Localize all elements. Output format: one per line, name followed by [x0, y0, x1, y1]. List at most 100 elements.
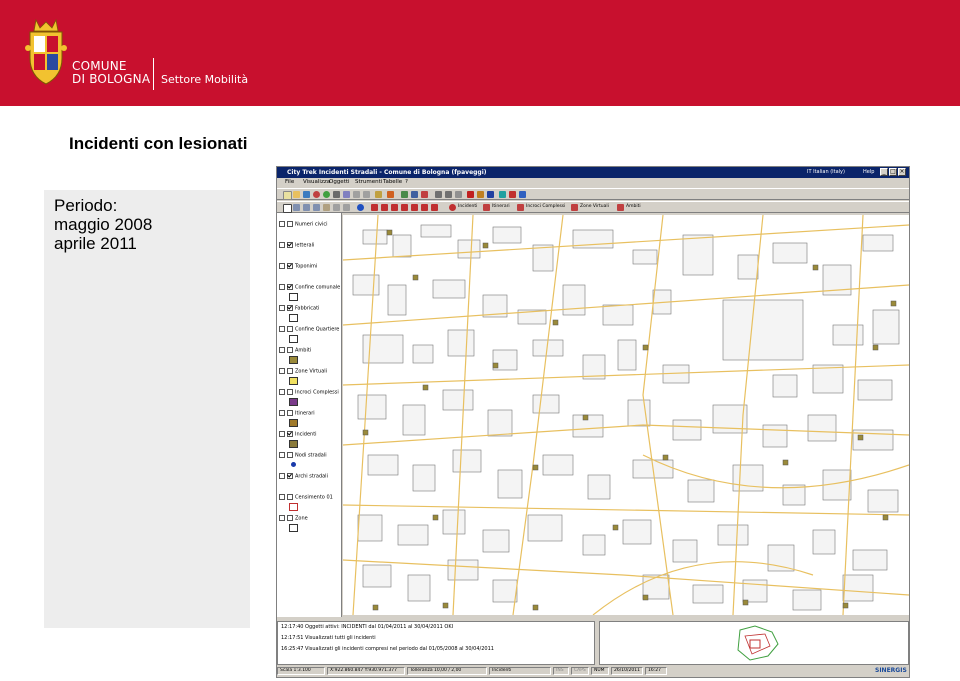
open-icon[interactable] [293, 191, 300, 198]
incroci-tab-icon[interactable] [517, 204, 524, 211]
tab-zone-virtuali[interactable]: Zone Virtuali [580, 204, 609, 209]
layer-numeri-civici[interactable]: Numeri civici [279, 221, 328, 228]
tab-ambiti[interactable]: Ambiti [626, 204, 641, 209]
settings-icon[interactable] [519, 191, 526, 198]
close-button[interactable]: × [898, 168, 906, 176]
layer-checkbox[interactable] [287, 494, 293, 500]
layers-icon[interactable] [343, 191, 350, 198]
delete-icon[interactable] [421, 191, 428, 198]
tab-incroci-complessi[interactable]: Incroci Complessi [526, 204, 565, 209]
layer-checkbox[interactable] [287, 473, 293, 479]
layer-confine-comunale[interactable]: Confine comunale [279, 284, 340, 291]
save-icon[interactable] [303, 191, 310, 198]
query-icon[interactable] [401, 191, 408, 198]
layer-archi-stradali[interactable]: Archi stradali [279, 473, 328, 480]
menu-strumenti[interactable]: Strumenti [355, 179, 382, 185]
menu-visualizza[interactable]: Visualizza [303, 179, 330, 185]
zoom-out-icon[interactable] [435, 191, 442, 198]
zone-virtuali-tab-icon[interactable] [571, 204, 578, 211]
alert-icon[interactable] [467, 191, 474, 198]
layer-toponimi[interactable]: Toponimi [279, 263, 317, 270]
layer-checkbox[interactable] [287, 284, 293, 290]
layer-incroci-complessi[interactable]: Incroci Complessi [279, 389, 339, 396]
layer-checkbox[interactable] [287, 389, 293, 395]
time-readout: 16:27 [645, 667, 667, 675]
full-extent-icon[interactable] [333, 204, 340, 211]
zoom-window-icon[interactable] [293, 204, 300, 211]
maximize-button[interactable]: □ [889, 168, 897, 176]
layer-checkbox[interactable] [287, 431, 293, 437]
chart-icon[interactable] [487, 191, 494, 198]
layer-checkbox[interactable] [287, 305, 293, 311]
tab-incidenti[interactable]: Incidenti [458, 204, 477, 209]
language-indicator[interactable]: IT Italian (Italy) [807, 167, 845, 178]
layer-checkbox[interactable] [287, 347, 293, 353]
zoom-in-icon[interactable] [445, 191, 452, 198]
brand-name: COMUNE DI BOLOGNA [72, 60, 150, 86]
help-button[interactable]: Help [863, 167, 874, 178]
incidenti-tab-icon[interactable] [449, 204, 456, 211]
table-icon[interactable] [411, 191, 418, 198]
incident-tool-2-icon[interactable] [381, 204, 388, 211]
layer-confine-quartiere[interactable]: Confine Quartiere [279, 326, 339, 333]
incident-tool-1-icon[interactable] [371, 204, 378, 211]
layer-checkbox[interactable] [287, 410, 293, 416]
stop-icon[interactable] [313, 191, 320, 198]
grid-icon[interactable] [333, 191, 340, 198]
itinerari-tab-icon[interactable] [483, 204, 490, 211]
layer-checkbox[interactable] [287, 242, 293, 248]
layer-zone-virtuali[interactable]: Zone Virtuali [279, 368, 327, 375]
overview-minimap[interactable] [599, 621, 909, 665]
layer-checkbox[interactable] [287, 515, 293, 521]
layer-itinerari[interactable]: Itinerari [279, 410, 315, 417]
layer-checkbox[interactable] [287, 368, 293, 374]
menu-help[interactable]: ? [405, 179, 408, 185]
measure-icon[interactable] [343, 204, 350, 211]
incident-tool-4-icon[interactable] [401, 204, 408, 211]
layer-nodi-stradali[interactable]: Nodi stradali [279, 452, 327, 459]
database-icon[interactable] [499, 191, 506, 198]
layer-checkbox[interactable] [287, 452, 293, 458]
export-icon[interactable] [387, 191, 394, 198]
layer-label: Incroci Complessi [295, 389, 339, 396]
tab-itinerari[interactable]: Itinerari [492, 204, 510, 209]
incident-tool-3-icon[interactable] [391, 204, 398, 211]
ambiti-tab-icon[interactable] [617, 204, 624, 211]
date-readout: 26/10/2011 [611, 667, 643, 675]
pan-icon[interactable] [323, 204, 330, 211]
zoom-out-map-icon[interactable] [313, 204, 320, 211]
info-icon[interactable] [357, 204, 364, 211]
layer-fabbricati[interactable]: Fabbricati [279, 305, 319, 312]
binoculars-icon[interactable] [477, 191, 484, 198]
layer-zone[interactable]: Zone [279, 515, 308, 522]
report-icon[interactable] [509, 191, 516, 198]
layer-ambiti[interactable]: Ambiti [279, 347, 311, 354]
minimize-button[interactable]: _ [880, 168, 888, 176]
menu-oggetti[interactable]: Oggetti [329, 179, 350, 185]
map-canvas[interactable] [343, 215, 909, 615]
print-icon[interactable] [375, 191, 382, 198]
redo-icon[interactable] [363, 191, 370, 198]
refresh-icon[interactable] [323, 191, 330, 198]
zoom-in-map-icon[interactable] [303, 204, 310, 211]
incident-tool-7-icon[interactable] [431, 204, 438, 211]
layer-letterali[interactable]: letterali [279, 242, 314, 249]
menu-file[interactable]: File [285, 179, 294, 185]
incident-tool-6-icon[interactable] [421, 204, 428, 211]
new-icon[interactable] [283, 191, 292, 200]
layer-label: Confine Quartiere [295, 326, 340, 333]
layer-censimento-01[interactable]: Censimento 01 [279, 494, 333, 501]
layer-swatch [291, 462, 296, 467]
layer-checkbox[interactable] [287, 326, 293, 332]
street-map[interactable] [343, 215, 909, 615]
pan-left-icon[interactable] [455, 191, 462, 198]
menu-tabelle[interactable]: Tabelle [383, 179, 402, 185]
layer-checkbox[interactable] [287, 221, 293, 227]
layer-checkbox[interactable] [287, 263, 293, 269]
citytrek-app-window: City Trek Incidenti Stradali - Comune di… [276, 166, 910, 678]
layer-incidenti[interactable]: Incidenti [279, 431, 317, 438]
pointer-icon[interactable] [283, 204, 292, 213]
undo-icon[interactable] [353, 191, 360, 198]
incident-tool-5-icon[interactable] [411, 204, 418, 211]
overview-map [737, 625, 779, 661]
